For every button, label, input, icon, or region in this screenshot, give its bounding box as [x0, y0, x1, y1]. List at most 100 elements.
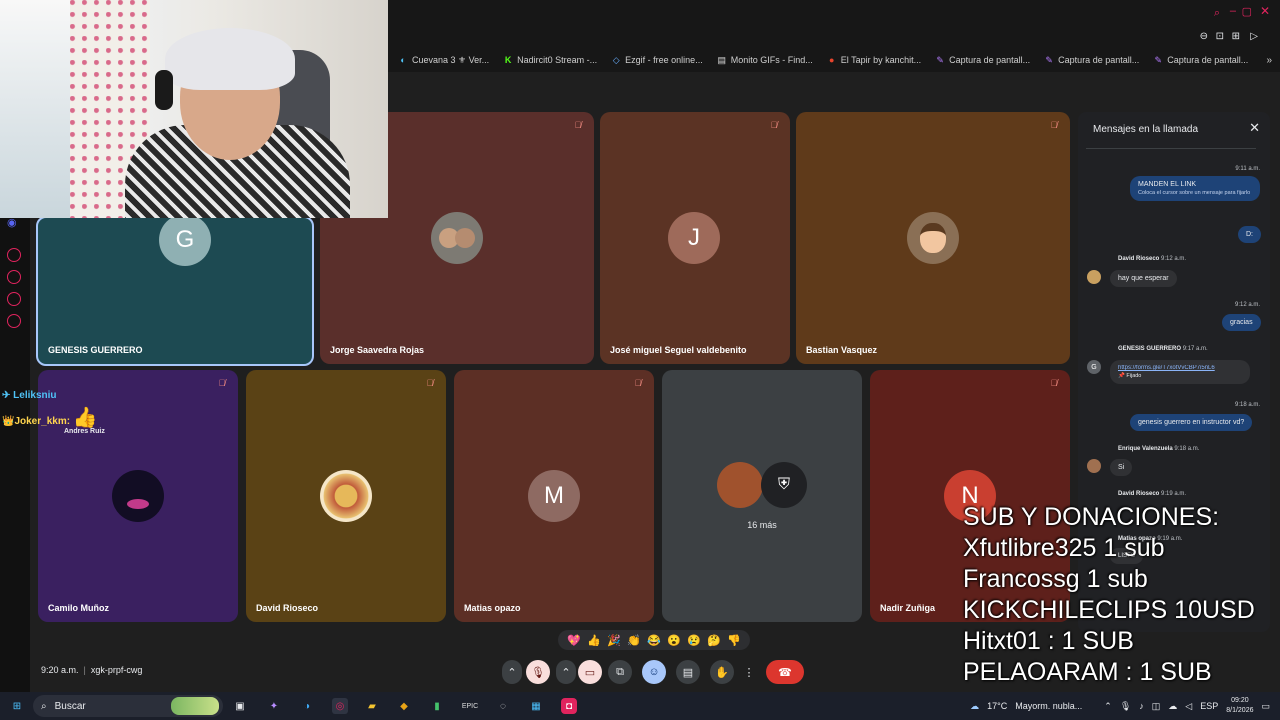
meeting-controls: ⌃ 🎙 ⌃ ▭ ⧉ ☺ ▤ ✋ ⋮ ☎: [502, 660, 812, 684]
chat-message[interactable]: genesis guerrero en instructor vd?: [1130, 414, 1253, 431]
capture-icon: ✎: [1154, 54, 1162, 65]
mic-off-button[interactable]: 🎙: [526, 660, 550, 684]
participant-tile[interactable]: 🎙̸ David Rioseco: [246, 370, 446, 622]
camera-off-button[interactable]: ▭: [578, 660, 602, 684]
chat-message[interactable]: hay que esperar: [1110, 270, 1177, 287]
language-indicator[interactable]: ESP: [1200, 701, 1218, 711]
chevron-up-icon[interactable]: ⌃: [1104, 701, 1112, 712]
reaction-thinking[interactable]: 🤔: [707, 634, 721, 647]
bookmark-1[interactable]: ◐ Cuevana 3 ⚜ Ver...: [398, 55, 489, 66]
play-icon[interactable]: ▷: [1250, 31, 1258, 42]
bookmark-8[interactable]: ✎ Captura de pantall...: [1153, 54, 1249, 66]
start-icon[interactable]: ⊞: [9, 698, 25, 714]
sidebar-icon-2[interactable]: [7, 270, 21, 284]
more-options-button[interactable]: ⋮: [742, 660, 756, 684]
message-time: 9:11 a.m.: [1235, 166, 1260, 172]
participant-tile[interactable]: 🎙̸ J José miguel Seguel valdebenito: [600, 112, 790, 364]
close-icon[interactable]: ✕: [1249, 120, 1260, 136]
zoom-icon[interactable]: ⊖: [1200, 31, 1208, 42]
maximize-icon[interactable]: ▢: [1242, 5, 1252, 18]
sidebar-icon-1[interactable]: [7, 248, 21, 262]
bookmark-2[interactable]: K Nadircit0 Stream -...: [503, 55, 597, 65]
app-icon[interactable]: ◆: [396, 698, 412, 714]
taskbar-search[interactable]: ⌕ Buscar: [33, 695, 223, 717]
bookmark-label: Captura de pantall...: [949, 55, 1031, 65]
reaction-clap[interactable]: 👏: [627, 634, 641, 647]
cloud-icon[interactable]: ☁: [1168, 701, 1177, 712]
meeting-code: xgk-prpf-cwg: [90, 665, 143, 675]
reaction-party[interactable]: 🎉: [607, 634, 621, 647]
page-icon: ▤: [717, 54, 726, 65]
tapir-icon: ●: [829, 55, 835, 65]
search-icon[interactable]: ⌕: [1214, 7, 1220, 20]
pin-hint: Coloca el cursor sobre un mensaje para f…: [1138, 190, 1251, 196]
message-link[interactable]: https://forms.gle/T7xotVvCBP7i5nL6: [1118, 365, 1242, 371]
participant-name: David Rioseco: [256, 603, 319, 613]
clock[interactable]: 09:20 8/1/2026: [1226, 696, 1253, 716]
task-view-icon[interactable]: ▣: [232, 698, 248, 714]
more-participants-tile[interactable]: ⛨ 16 más: [662, 370, 862, 622]
reaction-laugh[interactable]: 😂: [647, 634, 661, 647]
sender-name: GENESIS GUERRERO 9:17 a.m.: [1118, 346, 1208, 352]
screenshot-icon[interactable]: ⊞: [1232, 31, 1240, 42]
speaker-icon[interactable]: ♪: [1139, 701, 1144, 711]
notification-icon[interactable]: ▭: [1261, 701, 1270, 712]
participant-tile[interactable]: 🎙̸ M Matias opazo: [454, 370, 654, 622]
participant-name: José miguel Seguel valdebenito: [610, 345, 747, 355]
copilot-icon[interactable]: ✦: [266, 698, 282, 714]
app-icon[interactable]: ◌: [495, 698, 511, 714]
bookmark-5[interactable]: ● El Tapir by kanchit...: [827, 55, 921, 65]
close-window-icon[interactable]: ✕: [1260, 4, 1270, 18]
edge-icon[interactable]: ◑: [299, 698, 315, 714]
app-icon[interactable]: ◘: [561, 698, 577, 714]
bookmark-label: Ezgif - free online...: [625, 55, 703, 65]
weather-icon: ☁: [970, 700, 980, 711]
app-icon[interactable]: ▮: [429, 698, 445, 714]
left-sidebar: ◉: [0, 217, 30, 692]
leave-call-button[interactable]: ☎: [766, 660, 804, 684]
reaction-surprised[interactable]: 😮: [667, 634, 681, 647]
captions-button[interactable]: ▤: [676, 660, 700, 684]
reaction-heart[interactable]: 💖: [567, 634, 581, 647]
kick-icon: K: [504, 55, 512, 65]
bookmark-label: Cuevana 3 ⚜ Ver...: [412, 54, 490, 65]
reaction-thumbs-down[interactable]: 👎: [727, 634, 741, 647]
participant-name: Camilo Muñoz: [48, 603, 109, 613]
minimize-icon[interactable]: –: [1230, 5, 1236, 17]
bookmark-icon[interactable]: ⊡: [1216, 31, 1224, 42]
video-options-button[interactable]: ⌃: [556, 660, 576, 684]
browser-toolbar: ⊖ ⊡ ⊞ ▷: [388, 28, 1280, 48]
participant-tile[interactable]: G GENESIS GUERRERO: [36, 216, 314, 366]
more-bookmarks-icon[interactable]: »: [1266, 55, 1272, 66]
file-explorer-icon[interactable]: ▰: [364, 698, 380, 714]
sidebar-icon-4[interactable]: [7, 314, 21, 328]
bookmark-4[interactable]: ▤ Monito GIFs - Find...: [717, 54, 812, 66]
sidebar-icon-3[interactable]: [7, 292, 21, 306]
audio-options-button[interactable]: ⌃: [502, 660, 522, 684]
network-icon[interactable]: ◫: [1152, 701, 1161, 712]
participant-tile[interactable]: 🎙̸ Bastian Vasquez: [796, 112, 1070, 364]
bookmark-7[interactable]: ✎ Captura de pantall...: [1044, 55, 1139, 66]
reaction-sad[interactable]: 😢: [687, 634, 701, 647]
chat-message[interactable]: https://forms.gle/T7xotVvCBP7i5nL6 📌 Fij…: [1110, 360, 1250, 384]
chat-message[interactable]: MANDEN EL LINK Coloca el cursor sobre un…: [1130, 176, 1260, 201]
reaction-thumbs-up[interactable]: 👍: [587, 634, 601, 647]
store-icon[interactable]: ▦: [528, 698, 544, 714]
chat-message[interactable]: D:: [1238, 226, 1261, 243]
avatar: [717, 462, 763, 508]
message-time: 9:18 a.m.: [1234, 402, 1260, 408]
sender-name: David Rioseco 9:19 a.m.: [1118, 491, 1187, 497]
chat-message[interactable]: Si: [1110, 459, 1133, 476]
volume-icon[interactable]: ◁: [1185, 701, 1192, 712]
raise-hand-button[interactable]: ✋: [710, 660, 734, 684]
message-time: 9:12 a.m.: [1234, 302, 1260, 308]
chat-message[interactable]: gracias: [1222, 314, 1261, 331]
bookmark-label: Captura de pantall...: [1167, 55, 1249, 65]
browser-icon[interactable]: ◎: [332, 698, 348, 714]
bookmark-3[interactable]: ◇ Ezgif - free online...: [611, 55, 703, 66]
present-button[interactable]: ⧉: [608, 660, 632, 684]
bookmark-6[interactable]: ✎ Captura de pantall...: [935, 55, 1031, 66]
reactions-button[interactable]: ☺: [642, 660, 666, 684]
epic-games-icon[interactable]: EPIC: [462, 698, 478, 714]
microphone-icon[interactable]: 🎙: [1120, 701, 1131, 712]
